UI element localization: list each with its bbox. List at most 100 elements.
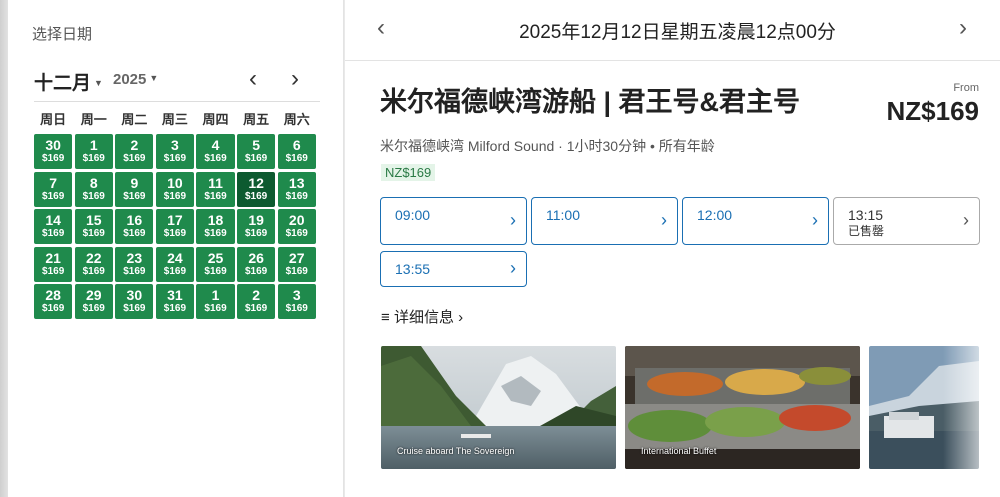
day-number: 3: [171, 137, 179, 153]
calendar-day[interactable]: 19 $169: [236, 209, 276, 244]
day-number: 21: [45, 249, 61, 266]
calendar-day[interactable]: 12 $169: [236, 171, 276, 207]
calendar-day[interactable]: 30 $169: [34, 134, 73, 169]
day-price: $169: [123, 190, 146, 202]
day-price: $169: [42, 228, 65, 239]
next-month-button[interactable]: ›: [281, 66, 309, 94]
calendar-day[interactable]: 8 $169: [74, 171, 113, 207]
day-price: $169: [285, 303, 308, 314]
day-number: 7: [49, 174, 58, 191]
calendar-day[interactable]: 23 $169: [115, 246, 154, 282]
day-price: $169: [123, 153, 146, 164]
year-select[interactable]: 2025 ▼: [113, 71, 158, 88]
calendar-day[interactable]: 2 $169: [236, 284, 276, 319]
day-number: 24: [167, 249, 183, 266]
calendar-day[interactable]: 18 $169: [196, 209, 235, 244]
calendar-day[interactable]: 6 $169: [277, 134, 316, 169]
weekday-header: 周日 周一 周二 周三 周四 周五 周六: [34, 109, 320, 128]
calendar-day[interactable]: 3 $169: [277, 284, 316, 319]
details-label: 详细信息: [393, 309, 454, 326]
weekday-label: 周三: [161, 112, 188, 127]
calendar-day[interactable]: 31 $169: [155, 284, 195, 319]
calendar-day[interactable]: 13 $169: [277, 171, 316, 207]
chevron-right-icon: ›: [661, 210, 667, 230]
next-date-button[interactable]: ›: [959, 14, 967, 42]
chevron-right-icon: ›: [510, 210, 516, 230]
day-price: $169: [82, 190, 105, 202]
day-price: $169: [82, 228, 105, 239]
calendar-day[interactable]: 25 $169: [196, 246, 235, 282]
day-price: $169: [285, 265, 308, 277]
tour-photo[interactable]: Cruise aboard The Sovereign: [381, 346, 616, 469]
details-link[interactable]: ≡ 详细信息 ›: [381, 306, 463, 327]
calendar-day[interactable]: 16 $169: [115, 209, 154, 244]
selected-date-text: 2025年12月12日星期五凌晨12点00分: [519, 22, 836, 43]
calendar-day[interactable]: 20 $169: [277, 209, 316, 244]
sold-out-label: 已售罄: [848, 224, 885, 238]
calendar-day[interactable]: 29 $169: [74, 284, 113, 319]
calendar-day[interactable]: 5 $169: [236, 134, 276, 169]
day-price: $169: [244, 190, 268, 202]
calendar-day[interactable]: 7 $169: [34, 171, 73, 207]
chevron-left-icon: ‹: [249, 65, 257, 92]
calendar-day[interactable]: 9 $169: [115, 171, 154, 207]
weekday-label: 周四: [202, 112, 229, 127]
day-number: 16: [126, 212, 143, 228]
day-number: 4: [211, 137, 220, 153]
time-slot-1355[interactable]: 13:55 ›: [380, 251, 527, 287]
day-number: 14: [45, 212, 61, 228]
time-slot-1315[interactable]: 13:15 已售罄 ›: [833, 197, 980, 245]
day-number: 15: [85, 212, 102, 228]
price-tag: NZ$169: [381, 164, 436, 181]
calendar-day[interactable]: 17 $169: [155, 209, 195, 244]
calendar-day[interactable]: 4 $169: [196, 134, 235, 169]
calendar-day[interactable]: 22 $169: [74, 246, 113, 282]
day-price: $169: [42, 190, 65, 202]
calendar-day[interactable]: 24 $169: [155, 246, 195, 282]
calendar-day[interactable]: 10 $169: [155, 171, 195, 207]
calendar-day[interactable]: 21 $169: [34, 246, 73, 282]
day-price: $169: [204, 228, 227, 239]
calendar-day[interactable]: 27 $169: [277, 246, 316, 282]
chevron-right-icon: ›: [959, 14, 967, 41]
weekday-label: 周五: [243, 112, 270, 127]
tour-price: NZ$169: [886, 96, 980, 126]
day-price: $169: [285, 228, 308, 239]
calendar-day[interactable]: 15 $169: [74, 209, 113, 244]
calendar-header: 十二月 ▼ 2025 ▼ ‹ ›: [34, 66, 314, 95]
calendar-day[interactable]: 2 $169: [115, 134, 154, 169]
prev-month-button[interactable]: ‹: [239, 66, 267, 94]
calendar-day[interactable]: 14 $169: [34, 209, 73, 244]
day-price: $169: [285, 153, 308, 164]
month-select[interactable]: 十二月 ▼: [34, 68, 103, 95]
day-price: $169: [204, 153, 227, 164]
calendar-day[interactable]: 28 $169: [34, 284, 73, 319]
day-price: $169: [163, 190, 187, 202]
weekday-label: 周二: [121, 112, 148, 127]
slot-time: 13:55: [395, 261, 431, 277]
day-price: $169: [244, 265, 268, 277]
day-number: 20: [288, 212, 305, 228]
day-price: $169: [244, 153, 268, 164]
background-strip: [0, 0, 8, 497]
tour-photo[interactable]: International Buffet: [625, 346, 860, 469]
calendar-day[interactable]: 1 $169: [196, 284, 235, 319]
tour-title: 米尔福德峡湾游船 | 君王号&君主号: [380, 87, 801, 117]
calendar-day[interactable]: 30 $169: [115, 284, 154, 319]
day-price: $169: [204, 303, 227, 314]
day-number: 10: [167, 174, 183, 191]
time-slot-1200[interactable]: 12:00 ›: [682, 197, 829, 245]
day-number: 1: [89, 137, 98, 153]
calendar-day[interactable]: 26 $169: [236, 246, 276, 282]
day-number: 17: [167, 212, 183, 228]
weekday-label: 周日: [40, 112, 67, 127]
day-number: 13: [288, 174, 305, 191]
time-slot-1100[interactable]: 11:00 ›: [531, 197, 678, 245]
calendar-day[interactable]: 11 $169: [196, 171, 235, 207]
time-slot-0900[interactable]: 09:00 ›: [380, 197, 527, 245]
slot-time: 13:15: [848, 207, 884, 223]
calendar-day[interactable]: 3 $169: [155, 134, 195, 169]
caret-down-icon: ▼: [149, 73, 159, 83]
calendar-day[interactable]: 1 $169: [74, 134, 113, 169]
day-price: $169: [123, 228, 146, 239]
